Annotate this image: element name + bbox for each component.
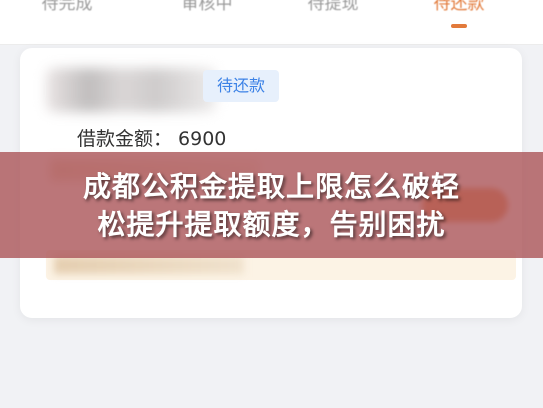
status-tab-bar: 待完成 审核中 待提现 待还款 bbox=[0, 0, 543, 45]
loan-amount-value: 6900 bbox=[178, 128, 227, 150]
masked-borrower-name bbox=[46, 68, 216, 112]
headline-overlay-banner: 成都公积金提取上限怎么破轻 松提升提取额度，告别困扰 bbox=[0, 152, 543, 258]
tab-pending-complete[interactable]: 待完成 bbox=[12, 0, 122, 16]
loan-amount-row: 借款金额： 6900 bbox=[77, 124, 226, 151]
tab-pending-repay[interactable]: 待还款 bbox=[404, 0, 514, 16]
tab-pending-withdraw[interactable]: 待提现 bbox=[278, 0, 388, 16]
headline-text: 成都公积金提取上限怎么破轻 松提升提取额度，告别困扰 bbox=[0, 168, 543, 244]
headline-line-2: 松提升提取额度，告别困扰 bbox=[97, 208, 446, 241]
loan-amount-label: 借款金额： bbox=[77, 128, 173, 150]
status-badge: 待还款 bbox=[203, 70, 279, 102]
blurred-repayment-text bbox=[54, 256, 244, 274]
screenshot-root: { "tabs": [ {"label": "待完成", "active": f… bbox=[0, 0, 543, 408]
headline-line-1: 成都公积金提取上限怎么破轻 bbox=[82, 170, 460, 203]
tab-under-review[interactable]: 审核中 bbox=[152, 0, 262, 16]
active-tab-indicator bbox=[451, 24, 467, 28]
